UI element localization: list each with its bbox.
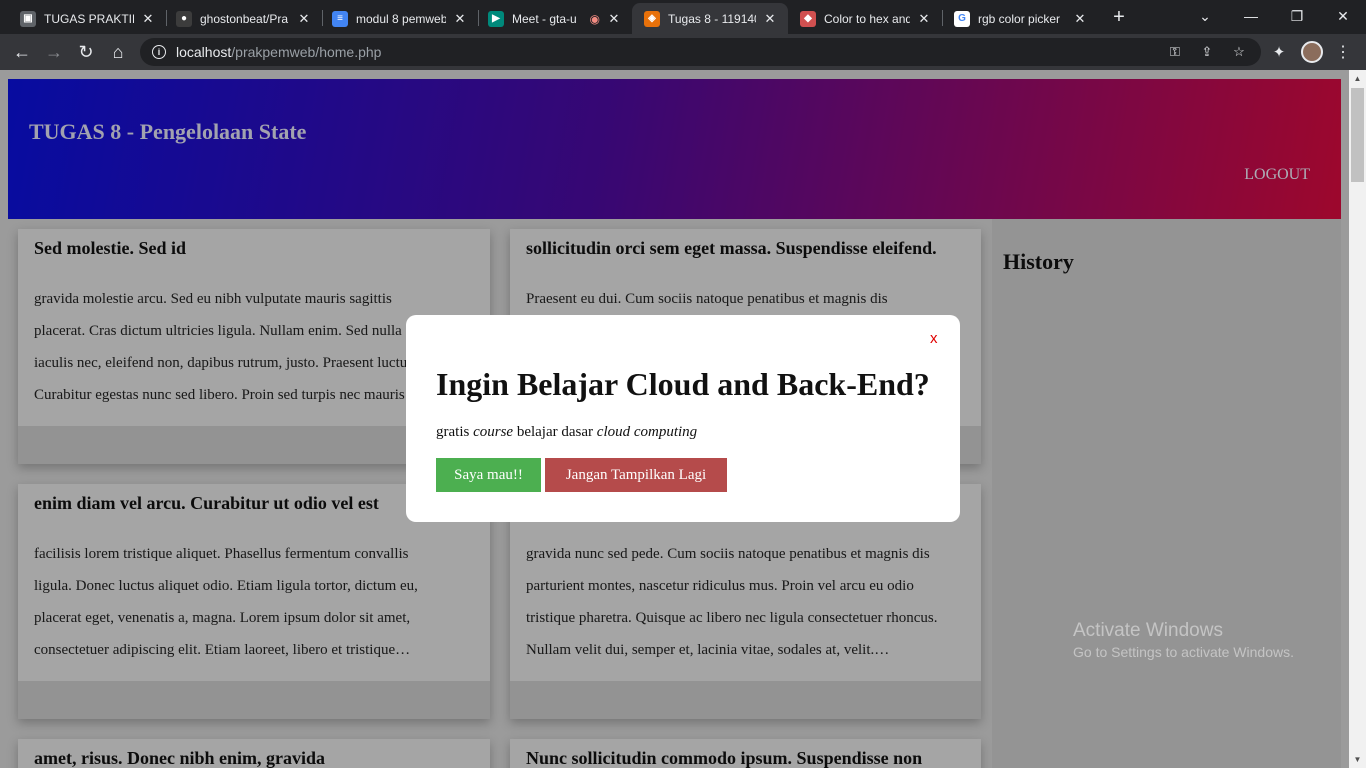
tab-close-icon[interactable]: ✕ [606,11,622,27]
page-viewport: TUGAS 8 - Pengelolaan State LOGOUT Sed m… [0,70,1349,768]
color-tool-icon: ◆ [800,10,816,27]
watermark-line: Go to Settings to activate Windows. [1073,644,1294,660]
modal-text: gratis course belajar dasar cloud comput… [436,424,697,441]
close-window-button[interactable]: ✕ [1320,0,1366,32]
modal-text-emphasis: cloud computing [596,424,698,440]
scroll-up-icon[interactable]: ▲ [1349,70,1366,87]
tab-close-icon[interactable]: ✕ [916,11,932,27]
tab-label: modul 8 pemweb [356,11,446,26]
bookmark-star-icon[interactable]: ☆ [1230,43,1248,61]
new-tab-button[interactable]: + [1106,4,1132,30]
tab-label: ghostonbeat/Pra [200,11,289,26]
tab-close-icon[interactable]: ✕ [762,11,778,27]
forward-arrow-icon[interactable]: → [40,38,68,66]
browser-tab[interactable]: ● ghostonbeat/Pra ✕ [164,3,322,34]
modal-text-emphasis: course [473,424,514,440]
tab-close-icon[interactable]: ✕ [140,11,156,27]
extensions-puzzle-icon[interactable]: ✦ [1265,38,1293,66]
tab-label: Tugas 8 - 119140 [668,11,756,26]
modal-text-part: belajar dasar [513,424,597,440]
browser-toolbar: ← → ↻ ⌂ i localhost/prakpemweb/home.php … [0,34,1366,70]
share-icon[interactable]: ⇪ [1198,43,1216,61]
profile-avatar[interactable] [1301,41,1323,63]
browser-tab[interactable]: ≡ modul 8 pemweb ✕ [320,3,478,34]
docs-icon: ≡ [332,10,348,27]
reload-icon[interactable]: ↻ [72,38,100,66]
github-icon: ● [176,10,192,27]
html5-icon: ◈ [644,10,660,27]
modal-close-button[interactable]: x [930,330,938,347]
tab-close-icon[interactable]: ✕ [1072,11,1088,27]
modal-title: Ingin Belajar Cloud and Back-End? [436,366,930,402]
browser-tab[interactable]: ▣ TUGAS PRAKTIKU ✕ [8,3,166,34]
google-icon: G [954,10,970,27]
back-arrow-icon[interactable]: ← [8,38,36,66]
tab-label: Color to hex and [824,11,910,26]
url-host: localhost [176,44,232,60]
home-icon[interactable]: ⌂ [104,38,132,66]
url-path: /prakpemweb/home.php [231,44,382,60]
dismiss-forever-button[interactable]: Jangan Tampilkan Lagi [545,458,727,492]
key-icon[interactable]: ⚿ [1166,43,1184,61]
meet-icon: ▶ [488,10,504,27]
tab-label: Meet - gta-u [512,11,577,26]
menu-kebab-icon[interactable]: ⋮ [1329,38,1357,66]
restore-button[interactable]: ❐ [1274,0,1320,32]
browser-tab[interactable]: G rgb color picker ✕ [942,3,1098,34]
browser-tab[interactable]: ◆ Color to hex and ✕ [788,3,942,34]
tab-label: rgb color picker [978,11,1061,26]
tab-close-icon[interactable]: ✕ [296,11,312,27]
browser-tab[interactable]: ▶ Meet - gta-u ◉ ✕ [476,3,632,34]
scroll-thumb[interactable] [1351,88,1364,182]
modal-text-part: gratis [436,424,474,440]
browser-tab-active[interactable]: ◈ Tugas 8 - 119140 ✕ [632,3,788,34]
minimize-button[interactable]: — [1228,0,1274,32]
tab-favicon-icon: ▣ [20,10,36,27]
scroll-down-icon[interactable]: ▼ [1349,751,1366,768]
address-bar[interactable]: i localhost/prakpemweb/home.php ⚿ ⇪ ☆ [140,38,1261,66]
accept-button[interactable]: Saya mau!! [436,458,541,492]
tab-label: TUGAS PRAKTIKU [44,11,134,26]
recording-icon: ◉ [589,11,600,26]
tab-close-icon[interactable]: ✕ [452,11,468,27]
browser-tabstrip: ▣ TUGAS PRAKTIKU ✕ ● ghostonbeat/Pra ✕ ≡… [0,0,1366,34]
tab-search-icon[interactable]: ⌄ [1182,0,1228,32]
watermark-line: Activate Windows [1073,620,1223,641]
site-info-icon[interactable]: i [152,45,166,59]
promo-modal: x Ingin Belajar Cloud and Back-End? grat… [406,315,960,522]
windows-activation-watermark: Activate Windows Go to Settings to activ… [1073,620,1294,660]
